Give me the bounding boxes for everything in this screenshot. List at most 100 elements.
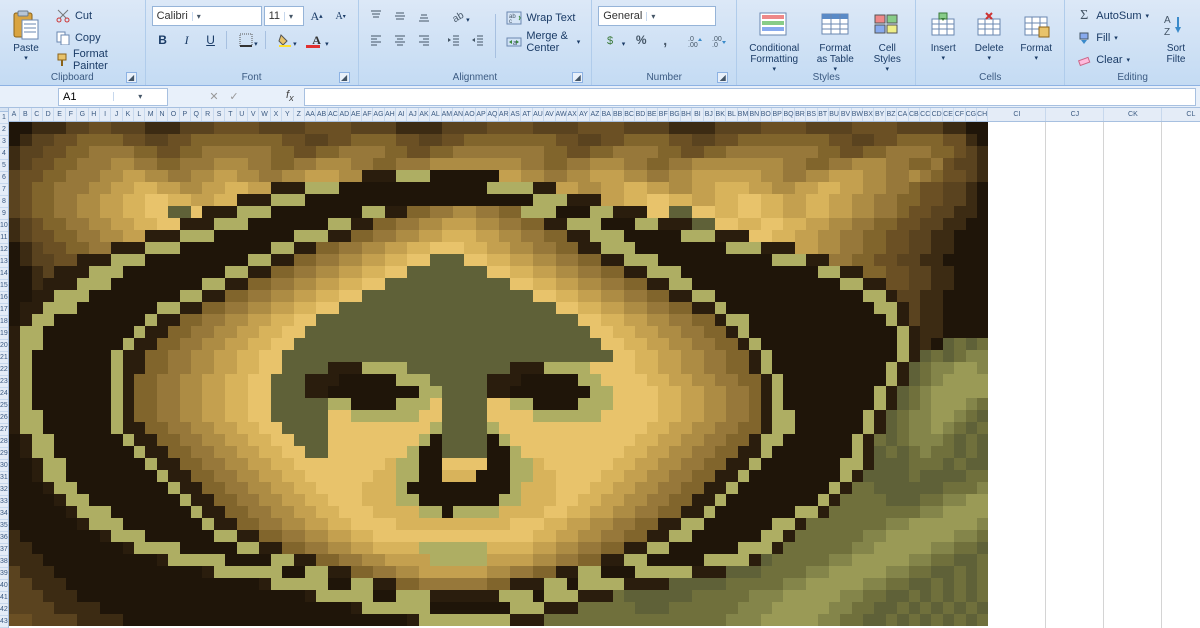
column-header[interactable]: X [271,108,282,121]
decrease-decimal-button[interactable]: .00.0 [708,30,730,50]
column-header[interactable]: R [202,108,213,121]
column-header[interactable]: BI [692,108,703,121]
row-header[interactable]: 18 [0,316,8,328]
row-header[interactable]: 10 [0,220,8,232]
grow-font-button[interactable]: A▴ [306,6,328,26]
column-header[interactable]: BX [863,108,874,121]
column-header[interactable]: H [89,108,100,121]
comma-button[interactable]: , [654,30,676,50]
row-header[interactable]: 3 [0,136,8,148]
column-header[interactable]: K [123,108,134,121]
column-header[interactable]: AP [476,108,487,121]
column-header[interactable]: BY [874,108,885,121]
row-header[interactable]: 43 [0,616,8,628]
row-header[interactable]: 29 [0,448,8,460]
font-color-button[interactable]: A [302,30,332,50]
column-header[interactable]: BN [749,108,760,121]
increase-indent-button[interactable] [467,30,489,50]
column-header[interactable]: AV [544,108,555,121]
delete-cells-button[interactable]: Delete ▾ [968,6,1010,68]
column-header[interactable]: P [180,108,191,121]
align-middle-button[interactable] [389,6,411,26]
column-header[interactable]: AA [305,108,316,121]
column-header[interactable]: BH [681,108,692,121]
row-header[interactable]: 6 [0,172,8,184]
row-header[interactable]: 16 [0,292,8,304]
row-header[interactable]: 42 [0,604,8,616]
column-header[interactable]: BD [635,108,646,121]
column-header[interactable]: BJ [704,108,715,121]
row-header[interactable]: 34 [0,508,8,520]
chevron-down-icon[interactable]: ▾ [646,12,659,21]
row-header[interactable]: 39 [0,568,8,580]
column-header[interactable]: AJ [407,108,418,121]
name-box[interactable]: A1 ▾ [58,88,168,106]
column-header[interactable]: AH [385,108,396,121]
row-header[interactable]: 17 [0,304,8,316]
column-header[interactable]: S [214,108,225,121]
row-header[interactable]: 36 [0,532,8,544]
column-header[interactable]: BU [829,108,840,121]
accounting-format-button[interactable]: $ [598,30,628,50]
copy-button[interactable]: Copy [50,28,139,48]
chevron-down-icon[interactable]: ▾ [192,12,205,21]
column-header[interactable]: AC [328,108,339,121]
column-header[interactable]: BW [852,108,863,121]
row-header[interactable]: 9 [0,208,8,220]
dialog-launcher-icon[interactable]: ◢ [717,72,728,83]
row-header[interactable]: 15 [0,280,8,292]
align-center-button[interactable] [389,30,411,50]
empty-cells[interactable] [988,122,1200,628]
row-header[interactable]: 4 [0,148,8,160]
insert-cells-button[interactable]: Insert ▾ [922,6,964,68]
autosum-button[interactable]: Σ AutoSum ▾ [1071,6,1154,26]
increase-decimal-button[interactable]: .0.00 [684,30,706,50]
enter-formula-icon[interactable]: ✓ [226,89,242,105]
row-header[interactable]: 20 [0,340,8,352]
chevron-down-icon[interactable]: ▾ [113,92,168,101]
column-header[interactable]: D [43,108,54,121]
merge-center-button[interactable]: a Merge & Center ▾ [501,32,585,52]
row-header[interactable]: 7 [0,184,8,196]
column-header[interactable]: Z [294,108,305,121]
column-header[interactable]: AM [442,108,453,121]
chevron-down-icon[interactable]: ▾ [284,12,297,21]
column-header[interactable]: Q [191,108,202,121]
column-header[interactable]: AD [339,108,350,121]
cancel-formula-icon[interactable]: ✕ [206,89,222,105]
column-header[interactable]: BO [761,108,772,121]
row-header[interactable]: 32 [0,484,8,496]
row-header[interactable]: 1 [0,112,8,124]
fx-icon[interactable]: fx [246,89,300,103]
row-header[interactable]: 22 [0,364,8,376]
column-header[interactable]: AO [464,108,475,121]
row-header[interactable]: 26 [0,412,8,424]
row-header[interactable]: 40 [0,580,8,592]
paste-button[interactable]: Paste ▾ [6,6,46,68]
column-header[interactable]: CF [954,108,965,121]
column-header[interactable]: AY [578,108,589,121]
font-size-combo[interactable]: 11▾ [264,6,304,26]
row-header[interactable]: 19 [0,328,8,340]
row-header[interactable]: 11 [0,232,8,244]
column-header[interactable]: BQ [783,108,794,121]
clear-button[interactable]: Clear ▾ [1071,50,1154,70]
dialog-launcher-icon[interactable]: ◢ [126,72,137,83]
row-header[interactable]: 38 [0,556,8,568]
number-format-combo[interactable]: General▾ [598,6,716,26]
dialog-launcher-icon[interactable]: ◢ [339,72,350,83]
column-header[interactable]: BR [795,108,806,121]
fill-button[interactable]: Fill ▾ [1071,28,1154,48]
row-header[interactable]: 2 [0,124,8,136]
row-header[interactable]: 25 [0,400,8,412]
column-header[interactable]: M [145,108,156,121]
column-header[interactable]: E [54,108,65,121]
row-header[interactable]: 27 [0,424,8,436]
column-header[interactable]: BM [738,108,749,121]
row-header[interactable]: 28 [0,436,8,448]
column-header[interactable]: N [157,108,168,121]
column-header[interactable]: BV [840,108,851,121]
row-header[interactable]: 24 [0,388,8,400]
column-header[interactable]: F [66,108,77,121]
fill-color-button[interactable] [270,30,300,50]
